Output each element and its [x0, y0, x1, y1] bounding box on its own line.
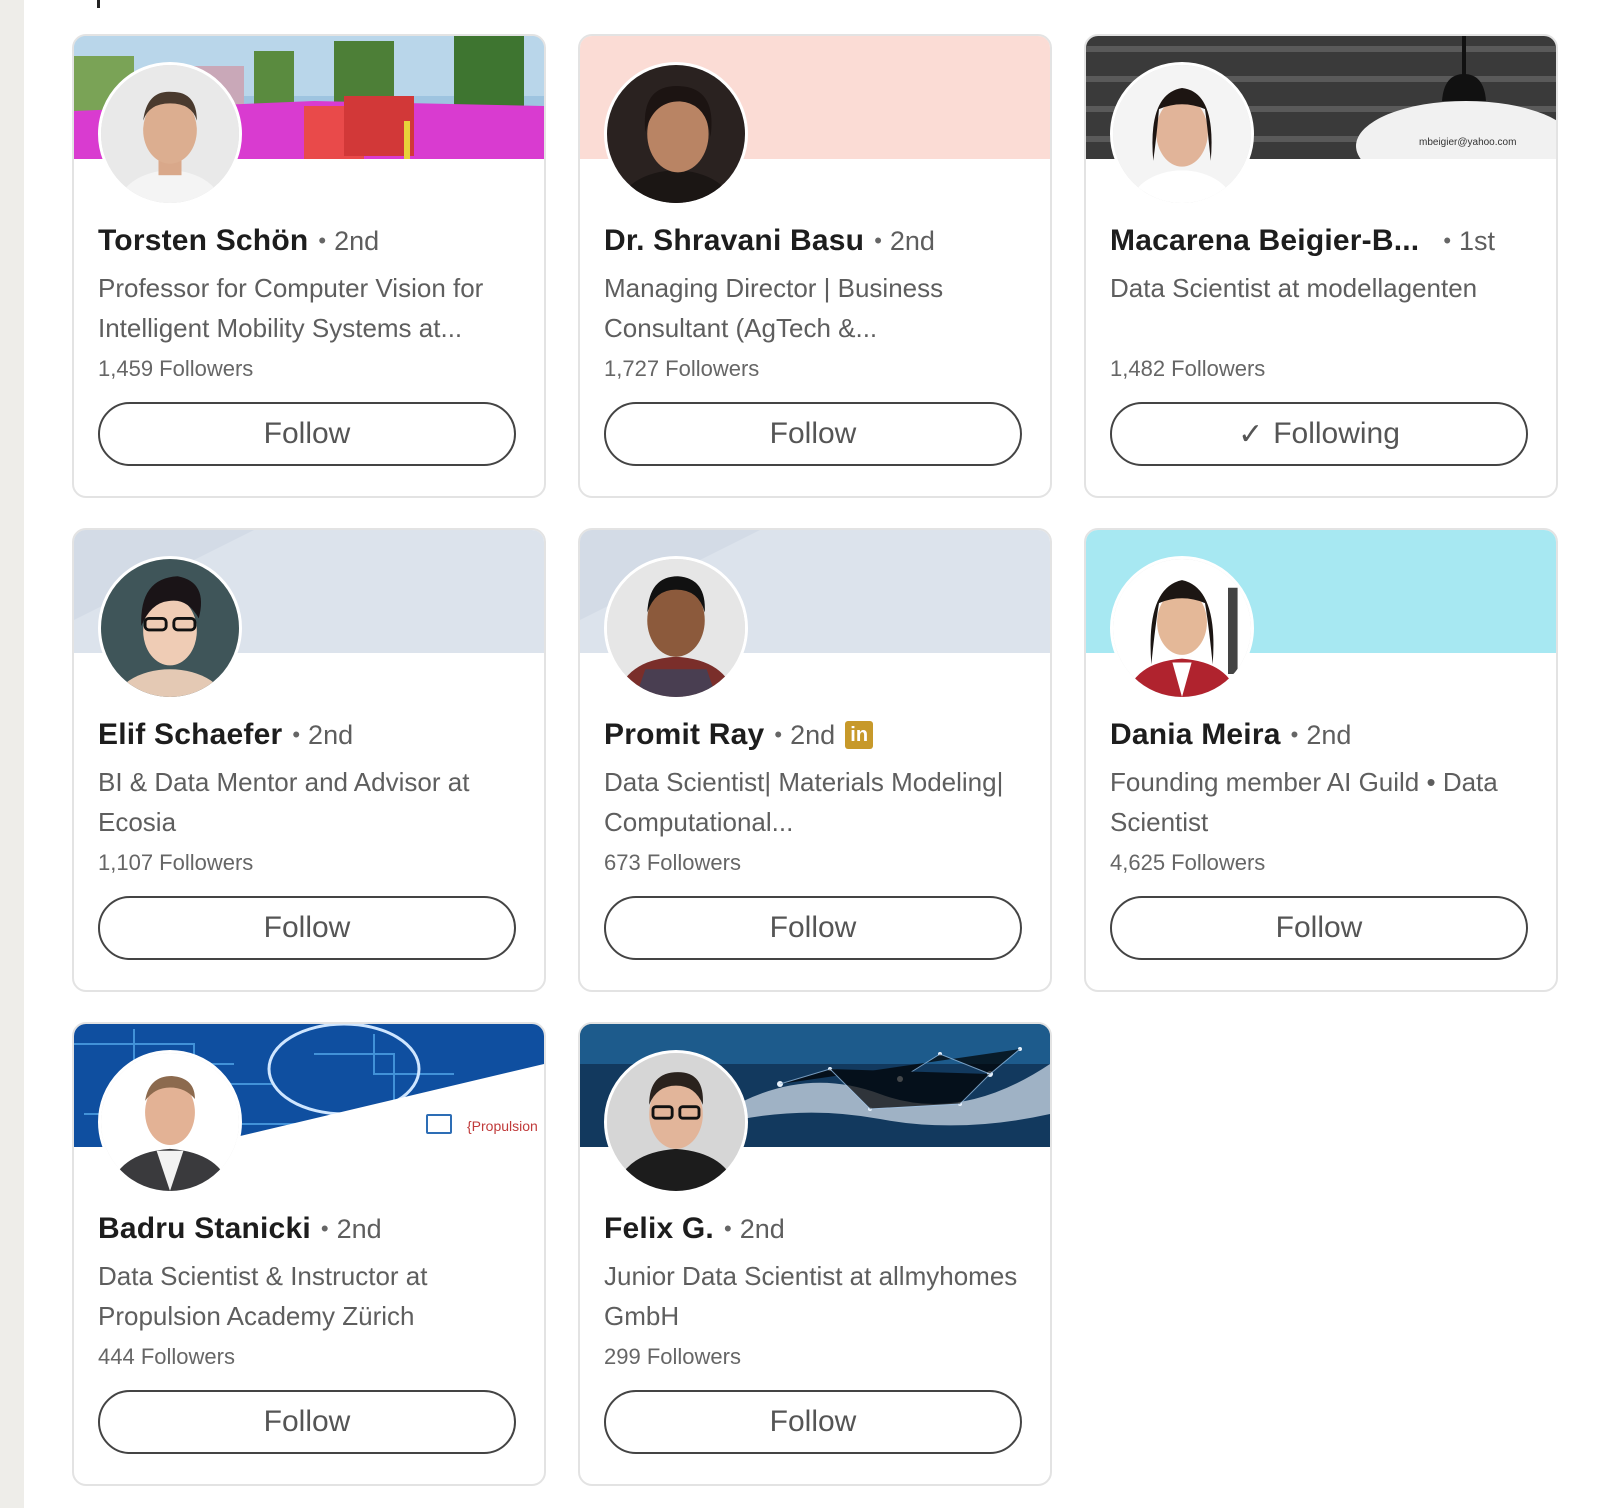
page-left-edge — [0, 0, 24, 1508]
follower-count: 673 Followers — [604, 850, 741, 875]
connection-degree: 2nd — [739, 1213, 785, 1244]
profile-card[interactable]: Dr. Shravani Basu • 2nd Managing Directo… — [578, 34, 1052, 498]
connection-degree: 2nd — [336, 1213, 382, 1244]
profile-name[interactable]: Macarena Beigier-B... — [1110, 224, 1419, 258]
separator-dot: • — [1443, 228, 1452, 253]
profile-name[interactable]: Elif Schaefer — [98, 718, 282, 752]
banner-caption: {Propulsion — [467, 1118, 538, 1134]
profile-card[interactable]: Elif Schaefer • 2nd BI & Data Mentor and… — [72, 528, 546, 992]
follow-button[interactable]: Follow — [98, 402, 516, 466]
profile-name[interactable]: Dania Meira — [1110, 718, 1281, 752]
follow-button[interactable]: Follow — [98, 896, 516, 960]
profile-headline: Professor for Computer Vision for Intell… — [98, 273, 484, 343]
follow-button[interactable]: Follow — [604, 896, 1022, 960]
profile-card[interactable]: Torsten Schön • 2nd Professor for Comput… — [72, 34, 546, 498]
follow-button-label: Follow — [769, 1405, 857, 1438]
profile-avatar[interactable] — [1110, 62, 1254, 206]
connection-degree: 2nd — [1306, 719, 1352, 750]
follower-count: 444 Followers — [98, 1344, 235, 1369]
profile-card[interactable]: Promit Ray • 2nd in Data Scientist| Mate… — [578, 528, 1052, 992]
follow-button-label: Following — [1273, 417, 1400, 450]
profile-avatar[interactable] — [1110, 556, 1254, 700]
profile-name[interactable]: Badru Stanicki — [98, 1212, 311, 1246]
follow-button-label: Follow — [769, 417, 857, 450]
separator-dot: • — [320, 1216, 329, 1241]
profile-headline: Junior Data Scientist at allmyhomes GmbH — [604, 1261, 1018, 1331]
follow-button[interactable]: Follow — [1110, 896, 1528, 960]
checkmark-icon: ✓ — [1238, 417, 1264, 451]
profile-name[interactable]: Felix G. — [604, 1212, 714, 1246]
profile-name[interactable]: Torsten Schön — [98, 224, 308, 258]
profile-headline: Data Scientist| Materials Modeling| Comp… — [604, 767, 1004, 837]
profile-avatar[interactable] — [98, 556, 242, 700]
follower-count: 4,625 Followers — [1110, 850, 1266, 875]
follower-count: 299 Followers — [604, 1344, 741, 1369]
section-heading-fragment — [97, 0, 100, 8]
following-button[interactable]: ✓ Following — [1110, 402, 1528, 466]
linkedin-premium-icon: in — [845, 721, 874, 749]
separator-dot: • — [318, 228, 327, 253]
profile-card[interactable]: Dania Meira • 2nd Founding member AI Gui… — [1084, 528, 1558, 992]
profile-card[interactable]: {Propulsion Badru Stanicki • 2nd Data Sc… — [72, 1022, 546, 1486]
follow-button[interactable]: Follow — [604, 402, 1022, 466]
follow-button-label: Follow — [263, 911, 351, 944]
follower-count: 1,727 Followers — [604, 356, 760, 381]
follow-button-label: Follow — [769, 911, 857, 944]
profile-avatar[interactable] — [604, 1050, 748, 1194]
connection-degree: 2nd — [334, 225, 380, 256]
profile-headline: BI & Data Mentor and Advisor at Ecosia — [98, 767, 470, 837]
follow-button-label: Follow — [263, 1405, 351, 1438]
profile-name[interactable]: Dr. Shravani Basu — [604, 224, 864, 258]
separator-dot: • — [1290, 722, 1299, 747]
follow-button-label: Follow — [1275, 911, 1363, 944]
people-grid: Torsten Schön • 2nd Professor for Comput… — [72, 34, 1558, 1486]
connection-degree: 1st — [1459, 225, 1496, 256]
profile-avatar[interactable] — [98, 1050, 242, 1194]
separator-dot: • — [774, 722, 783, 747]
separator-dot: • — [874, 228, 882, 253]
profile-name[interactable]: Promit Ray — [604, 718, 764, 752]
profile-card[interactable]: Felix G. • 2nd Junior Data Scientist at … — [578, 1022, 1052, 1486]
separator-dot: • — [723, 1216, 732, 1241]
connection-degree: 2nd — [889, 225, 935, 256]
profile-avatar[interactable] — [604, 62, 748, 206]
connection-degree: 2nd — [308, 719, 354, 750]
profile-headline: Founding member AI Guild • Data Scientis… — [1110, 767, 1498, 837]
separator-dot: • — [292, 722, 301, 747]
connection-degree: 2nd — [790, 719, 836, 750]
profile-avatar[interactable] — [604, 556, 748, 700]
profile-headline: Data Scientist & Instructor at Propulsio… — [98, 1261, 428, 1331]
follower-count: 1,482 Followers — [1110, 356, 1266, 381]
profile-headline: Managing Director | Business Consultant … — [604, 273, 944, 343]
follow-button[interactable]: Follow — [98, 1390, 516, 1454]
profile-avatar[interactable] — [98, 62, 242, 206]
follower-count: 1,107 Followers — [98, 850, 254, 875]
follow-button-label: Follow — [263, 417, 351, 450]
propulsion-logo-icon — [426, 1114, 452, 1134]
banner-caption: mbeigier@yahoo.com — [1419, 137, 1517, 148]
follower-count: 1,459 Followers — [98, 356, 254, 381]
profile-card[interactable]: mbeigier@yahoo.com Macarena Beigier-B...… — [1084, 34, 1558, 498]
follow-button[interactable]: Follow — [604, 1390, 1022, 1454]
profile-headline: Data Scientist at modellagenten — [1110, 273, 1478, 303]
